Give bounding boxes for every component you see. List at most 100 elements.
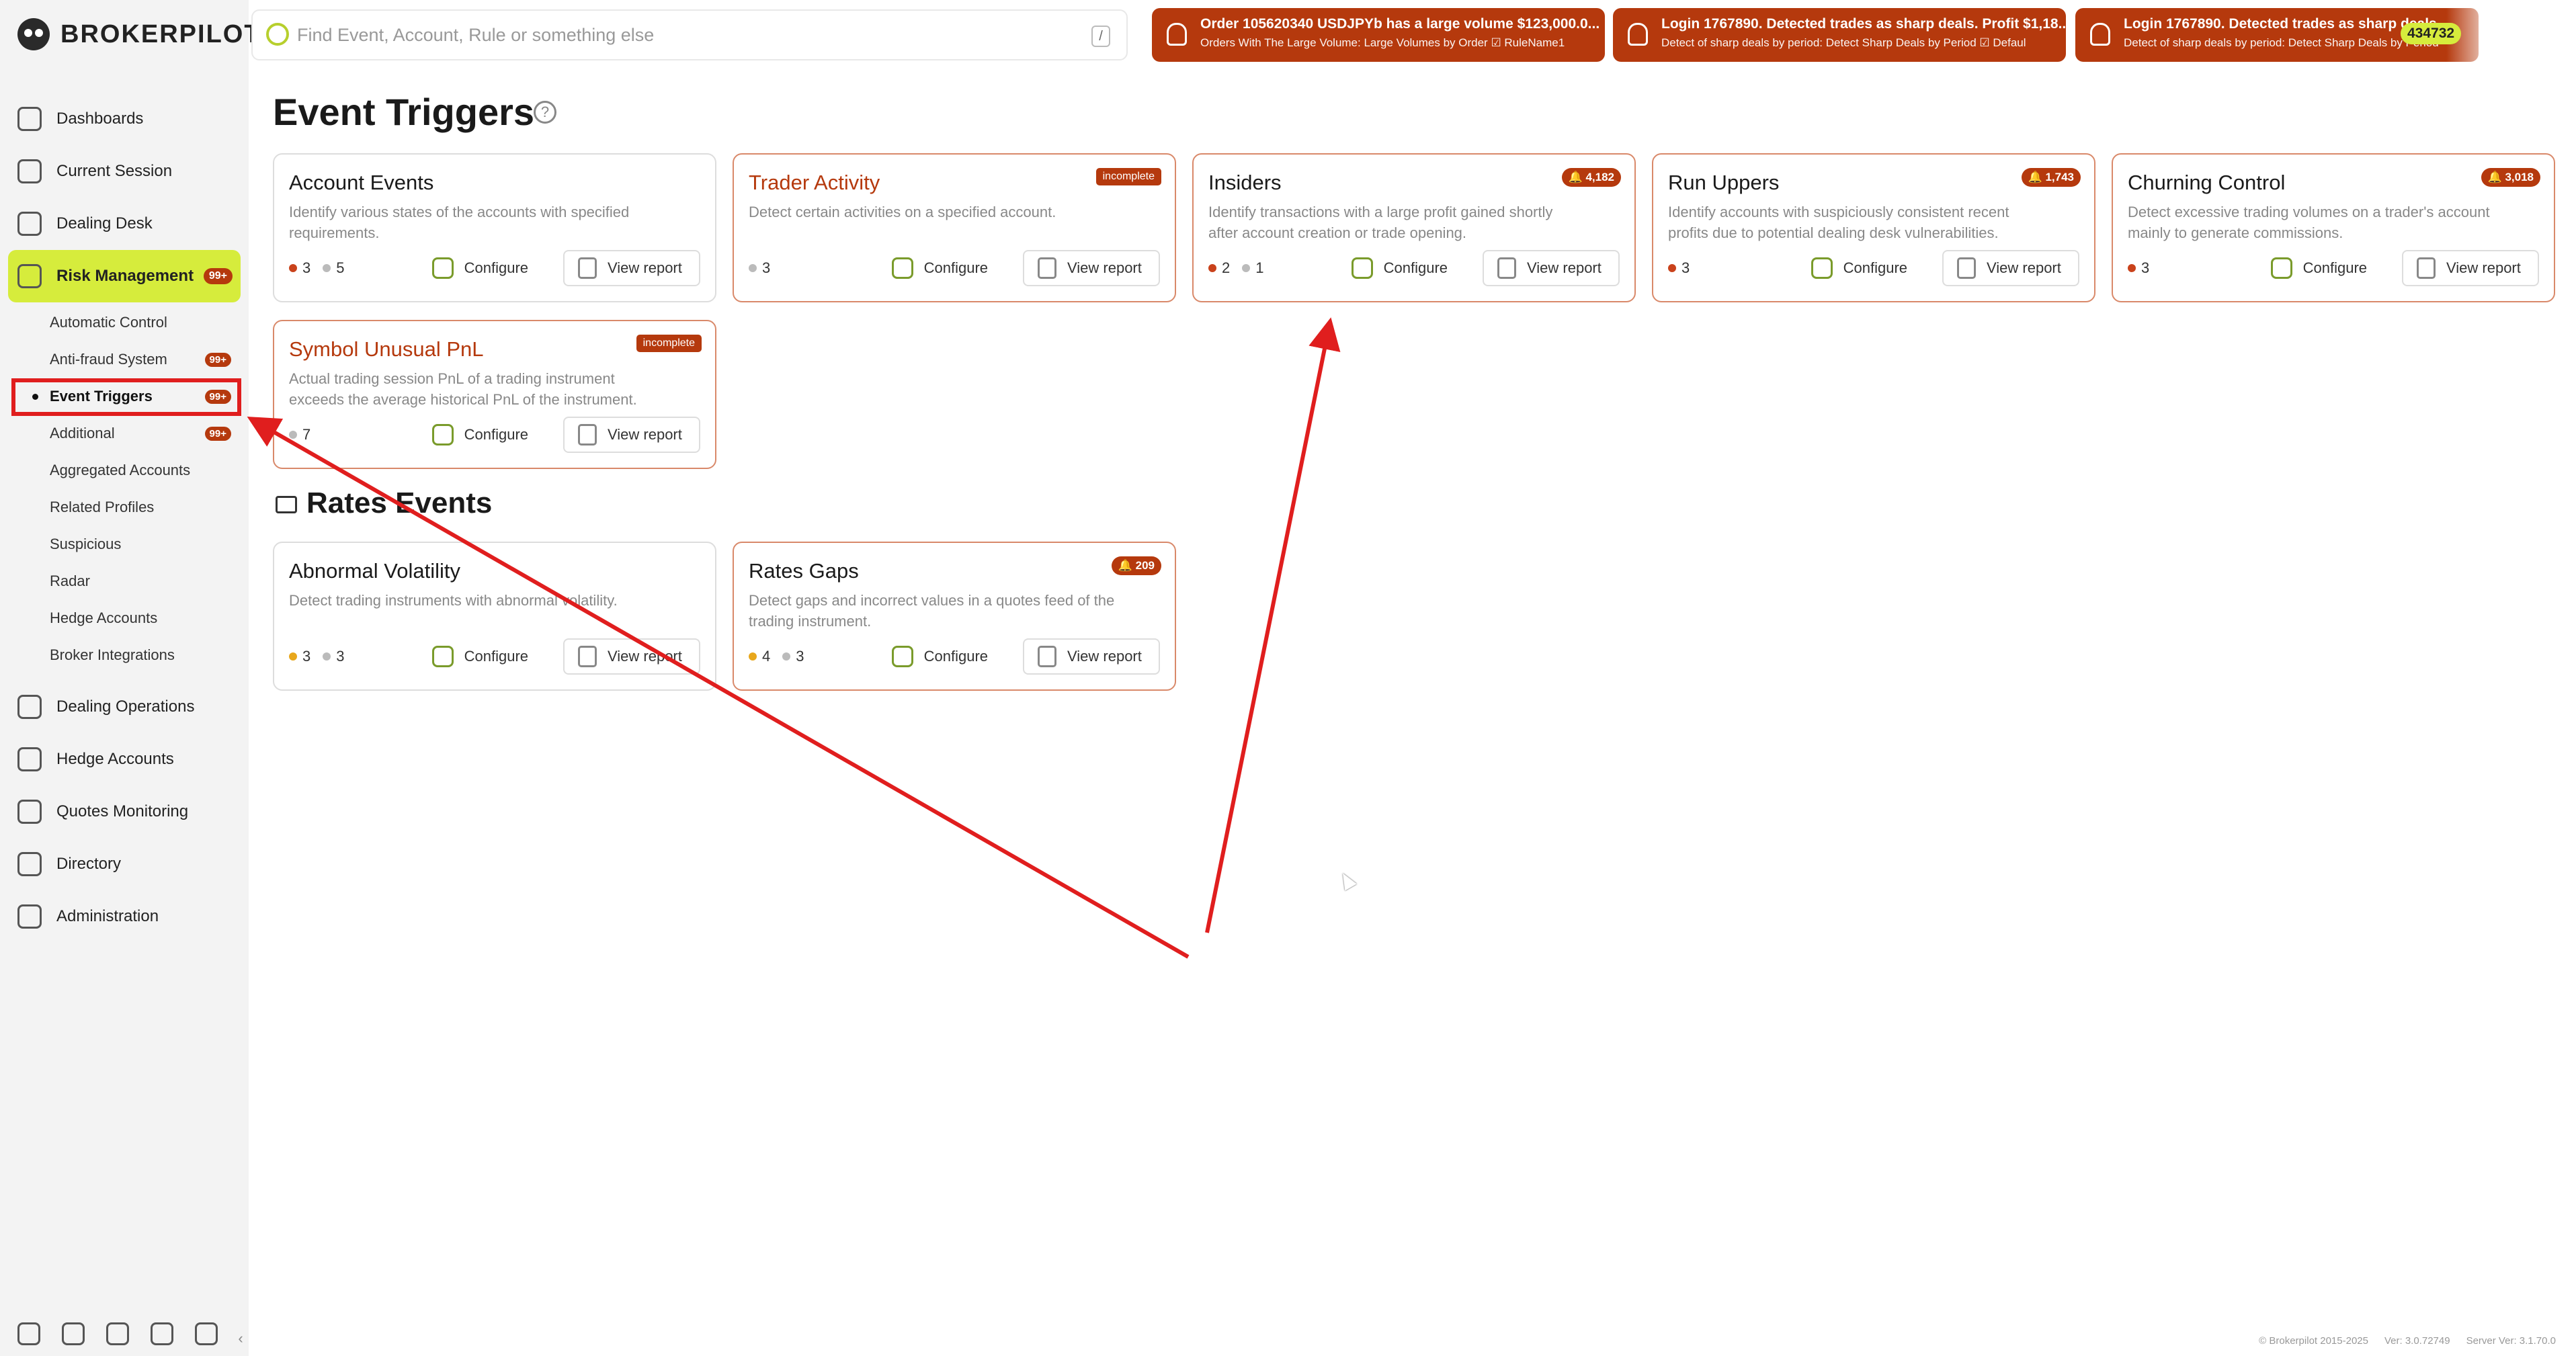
configure-button[interactable]: Configure (431, 646, 528, 667)
configure-button[interactable]: Configure (1811, 257, 1907, 279)
sub-broker-integrations[interactable]: Broker Integrations (8, 638, 241, 673)
alert-count-badge[interactable]: 🔔 4,182 (1561, 168, 1621, 187)
quotes-icon (17, 800, 42, 824)
logo[interactable]: BROKERPILOT (17, 17, 261, 51)
view-report-button[interactable]: View report (1483, 250, 1620, 286)
configure-button[interactable]: Configure (891, 646, 988, 667)
configure-button[interactable]: Configure (1351, 257, 1448, 279)
collapse-sidebar-button[interactable]: ‹ (233, 1325, 249, 1352)
stat-grey: 3 (749, 259, 770, 277)
notification-count-badge[interactable]: 434732 (2401, 23, 2462, 44)
alert-count-badge[interactable]: 🔔 3,018 (2481, 168, 2540, 187)
configure-label: Configure (1843, 259, 1907, 276)
bell-icon (1628, 23, 1648, 46)
sub-additional[interactable]: Additional 99+ (8, 416, 241, 451)
sub-related-profiles[interactable]: Related Profiles (8, 490, 241, 525)
card-title[interactable]: Account Events (289, 171, 700, 195)
nav-dashboards[interactable]: Dashboards (8, 93, 241, 145)
card-title[interactable]: Abnormal Volatility (289, 559, 700, 583)
search-placeholder: Find Event, Account, Rule or something e… (297, 24, 655, 45)
view-report-button[interactable]: View report (563, 250, 700, 286)
alert-count-badge[interactable]: 🔔 1,743 (2021, 168, 2081, 187)
sub-automatic-control[interactable]: Automatic Control (8, 305, 241, 340)
sub-label: Radar (50, 573, 90, 589)
stat-value: 7 (302, 426, 311, 443)
configure-button[interactable]: Configure (2270, 257, 2367, 279)
count-badge: 99+ (204, 352, 231, 367)
card-symbol-unusual-pnl: Symbol Unusual PnL incomplete Actual tra… (273, 320, 716, 469)
sidebar: BROKERPILOT Dashboards Current Session D… (0, 0, 260, 1356)
stat-grey: 1 (1242, 259, 1264, 277)
configure-button[interactable]: Configure (891, 257, 988, 279)
stat-value: 3 (336, 648, 345, 665)
view-report-button[interactable]: View report (1942, 250, 2079, 286)
moon-icon[interactable] (106, 1322, 129, 1345)
configure-label: Configure (923, 648, 988, 665)
settings-icon[interactable] (17, 1322, 40, 1345)
directory-icon (17, 852, 42, 876)
risk-icon (17, 264, 42, 288)
view-report-button[interactable]: View report (563, 638, 700, 675)
nav-directory[interactable]: Directory (8, 838, 241, 890)
view-report-button[interactable]: View report (2402, 250, 2539, 286)
view-report-label: View report (1067, 648, 1142, 665)
monitor-icon[interactable] (62, 1322, 85, 1345)
folder-icon (276, 496, 297, 513)
sub-hedge-accounts[interactable]: Hedge Accounts (8, 601, 241, 636)
nav-administration[interactable]: Administration (8, 890, 241, 943)
card-title[interactable]: Rates Gaps (749, 559, 1160, 583)
card-insiders: Insiders 🔔 4,182 Identify transactions w… (1192, 153, 1636, 302)
configure-button[interactable]: Configure (431, 424, 528, 446)
sub-event-triggers[interactable]: Event Triggers 99+ (8, 379, 241, 414)
active-dot-icon (32, 393, 38, 400)
secondary-nav: Dealing Operations Hedge Accounts Quotes… (8, 681, 241, 943)
sub-suspicious[interactable]: Suspicious (8, 527, 241, 562)
nav-dealing-desk[interactable]: Dealing Desk (8, 198, 241, 250)
nav-quotes-monitoring[interactable]: Quotes Monitoring (8, 786, 241, 838)
sub-aggregated-accounts[interactable]: Aggregated Accounts (8, 453, 241, 488)
stat-grey: 7 (289, 426, 310, 443)
card-description: Detect certain activities on a specified… (749, 204, 1056, 220)
stat-red: 2 (1208, 259, 1230, 277)
stat-red: 3 (289, 259, 310, 277)
card-title[interactable]: Run Uppers (1668, 171, 2079, 195)
count-badge: 99+ (204, 426, 231, 441)
logout-icon[interactable] (195, 1322, 218, 1345)
configure-icon (891, 646, 913, 667)
server-version: Server Ver: 3.1.70.0 (2466, 1335, 2556, 1347)
notification-toast[interactable]: Order 105620340 USDJPYb has a large volu… (1152, 8, 1605, 62)
view-report-button[interactable]: View report (1023, 250, 1160, 286)
sub-anti-fraud[interactable]: Anti-fraud System 99+ (8, 342, 241, 377)
nav-label: Quotes Monitoring (56, 802, 189, 820)
nav-dealing-operations[interactable]: Dealing Operations (8, 681, 241, 733)
stat-yellow: 3 (289, 648, 310, 665)
stat-value: 3 (1681, 259, 1690, 276)
nav-hedge-accounts[interactable]: Hedge Accounts (8, 733, 241, 786)
view-report-button[interactable]: View report (563, 417, 700, 453)
sub-label: Suspicious (50, 536, 122, 552)
card-footer: 7 Configure View report (289, 417, 700, 453)
sub-radar[interactable]: Radar (8, 564, 241, 599)
search-input[interactable]: Find Event, Account, Rule or something e… (251, 9, 1128, 60)
card-abnormal-volatility: Abnormal Volatility Detect trading instr… (273, 542, 716, 691)
configure-button[interactable]: Configure (431, 257, 528, 279)
report-icon (1957, 257, 1976, 279)
alert-count-badge[interactable]: 🔔 209 (1111, 556, 1161, 575)
notification-toast[interactable]: Login 1767890. Detected trades as sharp … (1613, 8, 2066, 62)
view-report-label: View report (1987, 259, 2061, 276)
help-icon[interactable]: ? (534, 101, 556, 124)
alert-count: 4,182 (1585, 171, 1614, 183)
card-title[interactable]: Churning Control (2128, 171, 2539, 195)
brand-name: BROKERPILOT (60, 19, 261, 48)
nav-current-session[interactable]: Current Session (8, 145, 241, 198)
copyright: © Brokerpilot 2015-2025 (2259, 1335, 2368, 1347)
card-trader-activity: Trader Activity incomplete Detect certai… (733, 153, 1176, 302)
view-report-label: View report (1527, 259, 1602, 276)
mute-icon[interactable] (151, 1322, 173, 1345)
view-report-button[interactable]: View report (1023, 638, 1160, 675)
nav-risk-management[interactable]: Risk Management 99+ (8, 250, 241, 302)
sub-label: Related Profiles (50, 499, 155, 515)
view-report-label: View report (2446, 259, 2521, 276)
report-icon (2417, 257, 2436, 279)
card-title[interactable]: Insiders (1208, 171, 1620, 195)
